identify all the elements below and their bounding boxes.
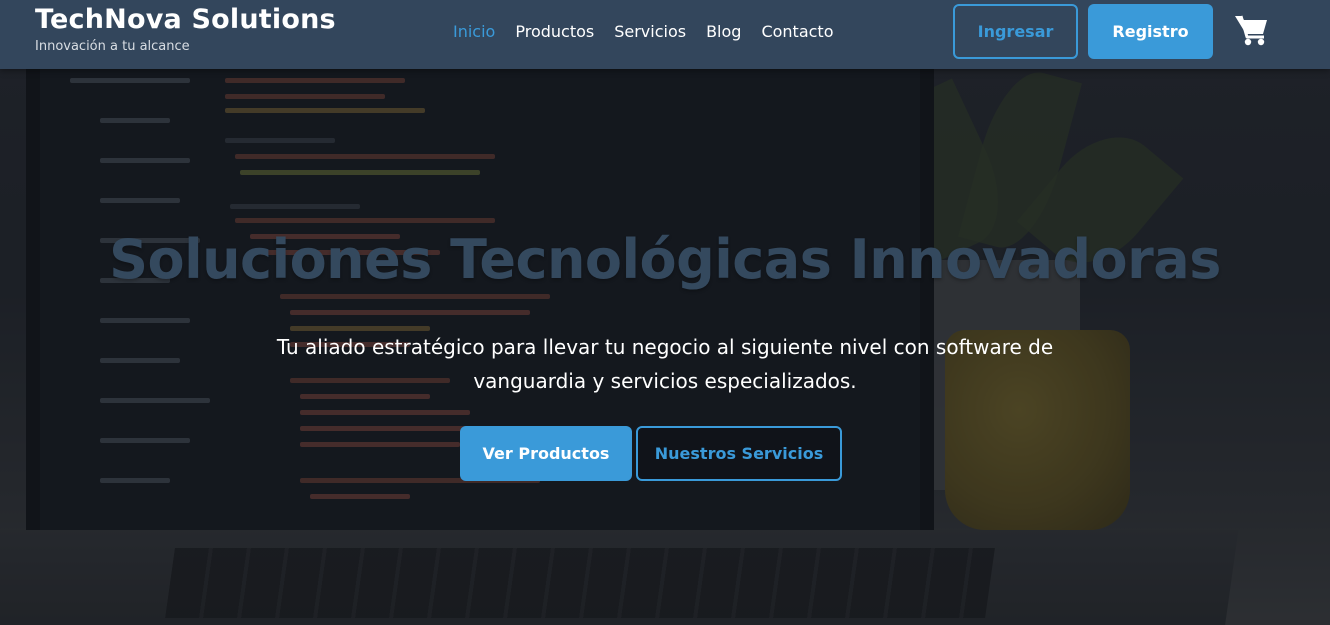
login-button[interactable]: Ingresar: [953, 4, 1078, 59]
background-overlay: [0, 0, 1330, 625]
navbar: TechNova Solutions Innovación a tu alcan…: [0, 0, 1330, 69]
our-services-button[interactable]: Nuestros Servicios: [636, 426, 842, 481]
view-products-button[interactable]: Ver Productos: [460, 426, 632, 481]
brand-logo-text[interactable]: TechNova Solutions: [35, 4, 336, 35]
nav-link-productos[interactable]: Productos: [515, 22, 594, 41]
nav-link-contacto[interactable]: Contacto: [761, 22, 833, 41]
nav-link-inicio[interactable]: Inicio: [453, 22, 495, 41]
hero-title: Soluciones Tecnológicas Innovadoras: [109, 228, 1221, 291]
register-button[interactable]: Registro: [1088, 4, 1213, 59]
hero-subtitle: Tu aliado estratégico para llevar tu neg…: [276, 335, 1054, 393]
nav-link-blog[interactable]: Blog: [706, 22, 741, 41]
nav-link-servicios[interactable]: Servicios: [614, 22, 686, 41]
hero-section: Soluciones Tecnológicas Innovadoras Tu a…: [0, 0, 1330, 625]
brand-tagline: Innovación a tu alcance: [35, 39, 190, 54]
main-nav: Inicio Productos Servicios Blog Contacto: [453, 22, 854, 41]
cart-icon[interactable]: [1233, 13, 1269, 47]
